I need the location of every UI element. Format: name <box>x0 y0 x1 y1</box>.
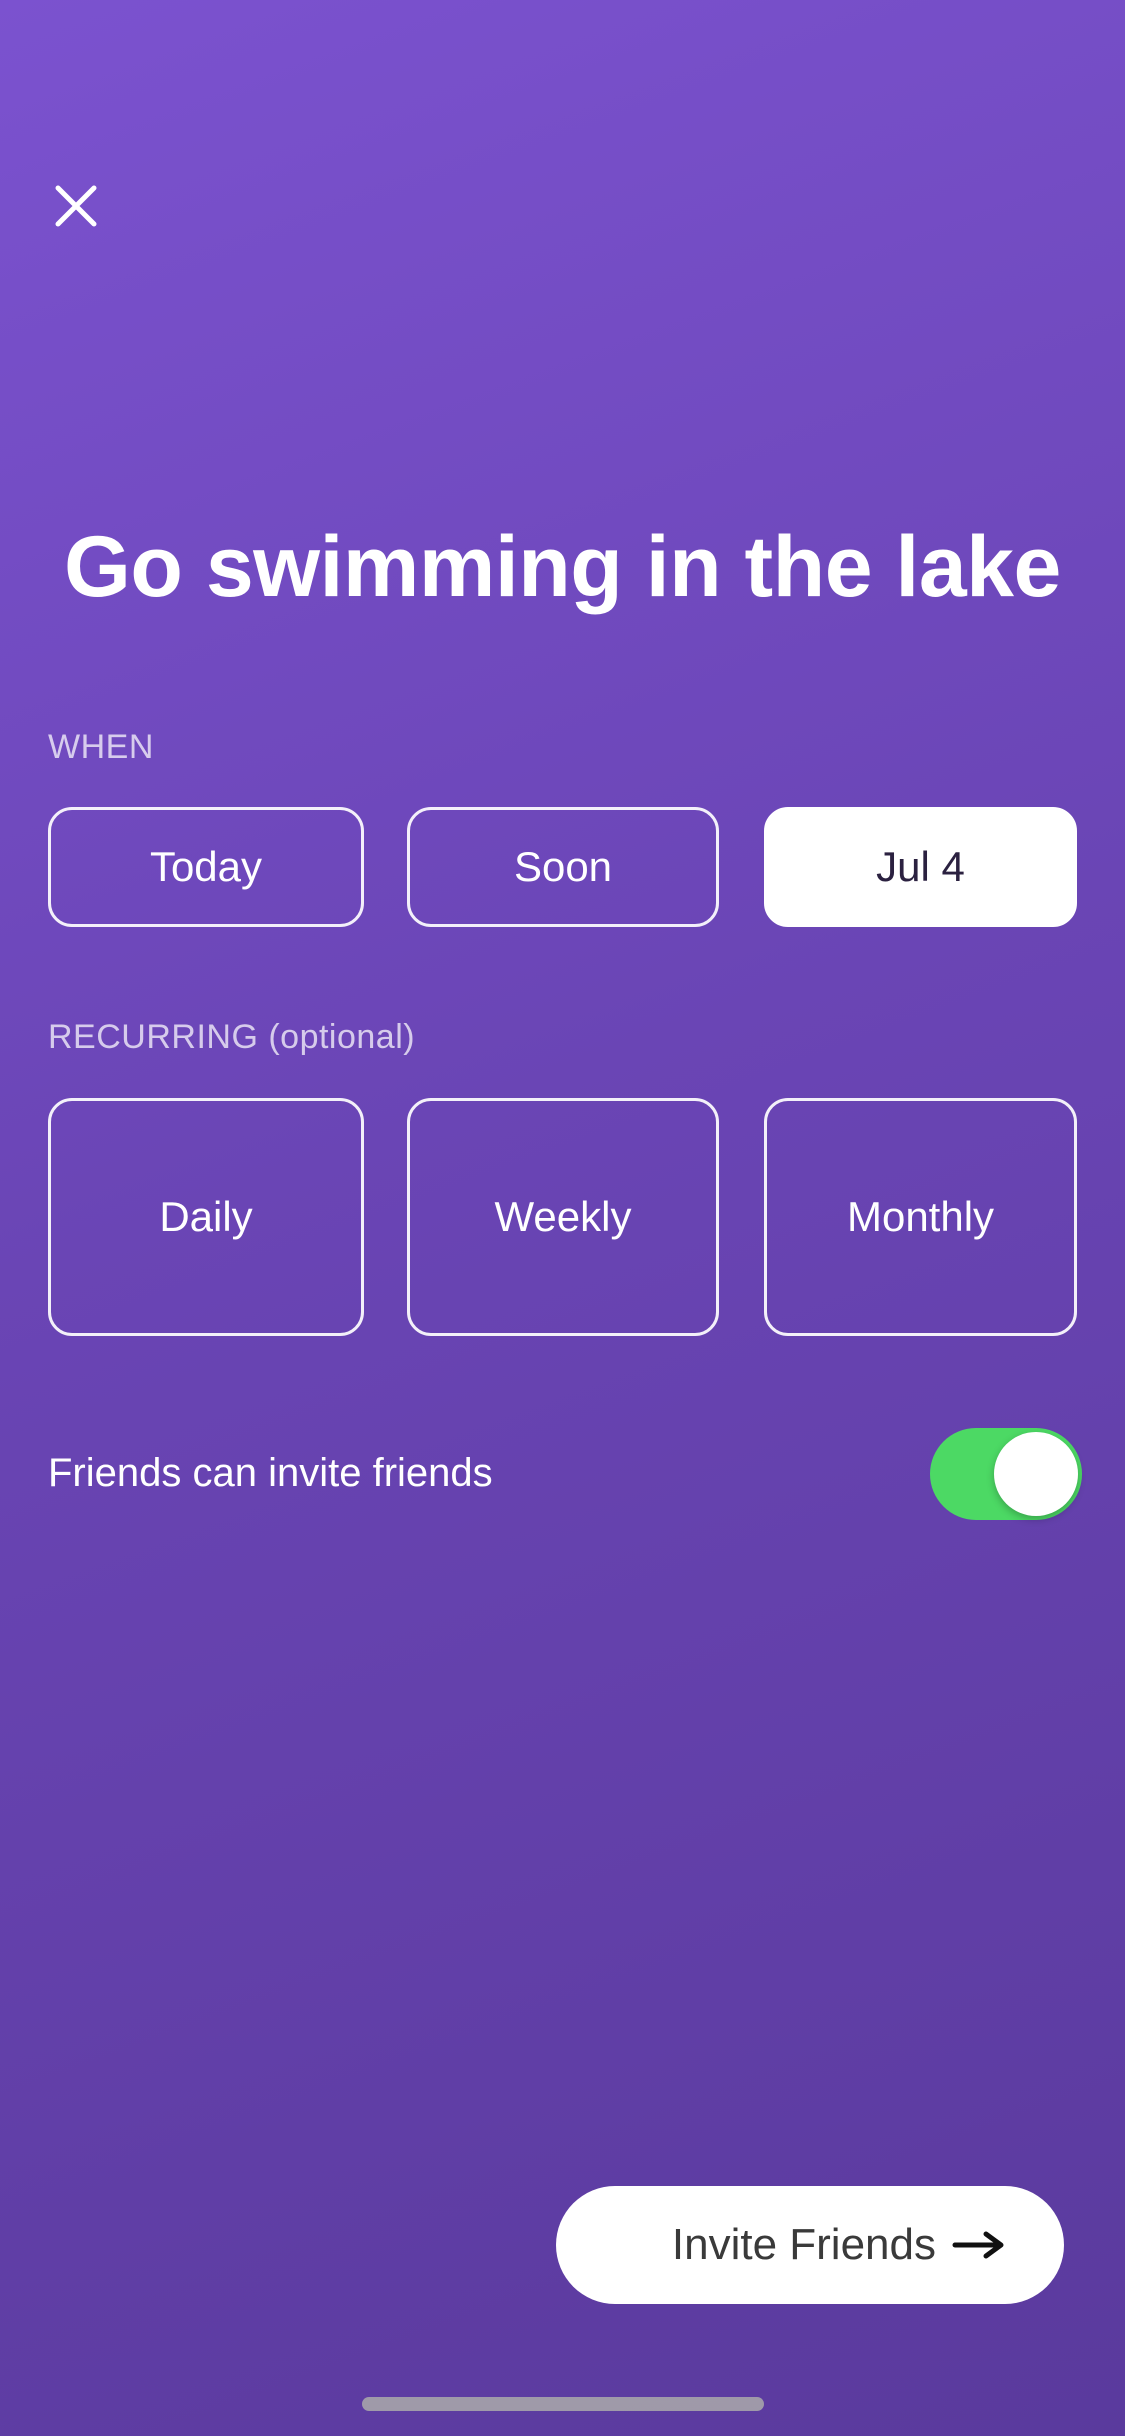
invite-friends-button[interactable]: Invite Friends <box>556 2186 1064 2304</box>
friends-invite-toggle[interactable] <box>930 1428 1082 1520</box>
when-section-label: WHEN <box>48 728 154 766</box>
recurring-option-monthly[interactable]: Monthly <box>764 1098 1077 1336</box>
when-option-date[interactable]: Jul 4 <box>764 807 1077 927</box>
invite-friends-label: Invite Friends <box>671 2220 936 2269</box>
close-icon <box>55 185 97 227</box>
when-option-soon[interactable]: Soon <box>407 807 719 927</box>
recurring-section-label: RECURRING (optional) <box>48 1018 416 1056</box>
home-indicator <box>362 2397 764 2411</box>
event-title: Go swimming in the lake <box>64 519 1061 615</box>
friends-invite-label: Friends can invite friends <box>48 1451 493 1495</box>
when-option-today[interactable]: Today <box>48 807 364 927</box>
toggle-knob <box>994 1432 1078 1516</box>
recurring-option-weekly[interactable]: Weekly <box>407 1098 719 1336</box>
recurring-option-daily[interactable]: Daily <box>48 1098 364 1336</box>
close-button[interactable] <box>48 178 104 234</box>
create-plan-screen: Go swimming in the lake WHEN Today Soon … <box>0 0 1125 2436</box>
arrow-right-icon <box>952 2230 1006 2260</box>
